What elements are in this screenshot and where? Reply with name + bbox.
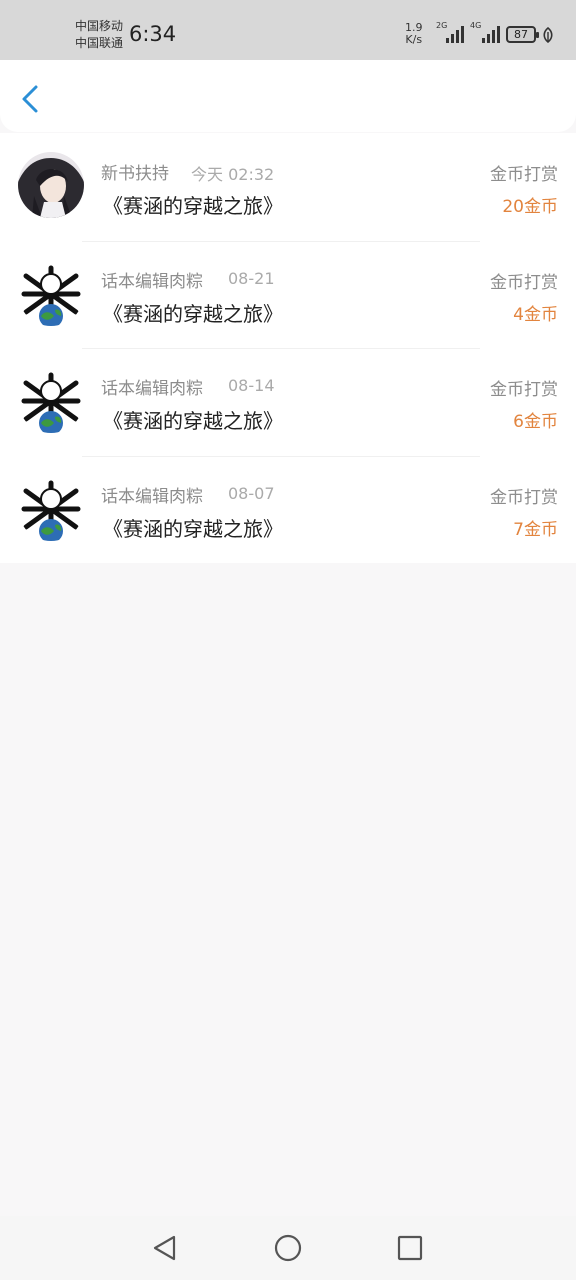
leaf-icon bbox=[543, 27, 553, 43]
nav-home-button[interactable] bbox=[272, 1232, 304, 1264]
circle-home-icon bbox=[274, 1234, 302, 1262]
book-title: 《赛涵的穿越之旅》 bbox=[103, 301, 283, 326]
back-button[interactable] bbox=[16, 82, 46, 116]
book-title: 《赛涵的穿越之旅》 bbox=[103, 409, 283, 433]
reward-type: 金币打赏 bbox=[490, 165, 558, 185]
reward-amount: 7金币 bbox=[513, 519, 558, 540]
sender-name: 话本编辑肉粽 bbox=[101, 379, 203, 399]
record-date: 08-21 bbox=[228, 268, 275, 288]
reward-list: 新书扶持 今天 02:32 《赛涵的穿越之旅》 金币打赏 20金币 话本编辑肉粽 bbox=[0, 133, 576, 563]
chevron-left-icon bbox=[22, 85, 38, 113]
reward-amount: 6金币 bbox=[513, 412, 558, 432]
signal-icon: 4G bbox=[470, 21, 500, 48]
reward-amount: 20金币 bbox=[502, 197, 558, 217]
nav-back-button[interactable] bbox=[149, 1232, 181, 1264]
book-title: 《赛涵的穿越之旅》 bbox=[103, 194, 283, 218]
avatar bbox=[18, 367, 84, 433]
carrier-2: 中国联通 bbox=[75, 36, 124, 50]
network-speed-unit: K/s bbox=[405, 33, 423, 46]
system-nav-bar bbox=[0, 1216, 576, 1280]
list-item[interactable]: 话本编辑肉粽 08-21 《赛涵的穿越之旅》 金币打赏 4金币 bbox=[0, 240, 576, 349]
avatar bbox=[18, 474, 84, 541]
signal-1-label: 2G bbox=[436, 21, 448, 30]
list-item[interactable]: 话本编辑肉粽 08-14 《赛涵的穿越之旅》 金币打赏 6金币 bbox=[0, 348, 576, 456]
reward-type: 金币打赏 bbox=[490, 487, 558, 508]
reward-amount: 4金币 bbox=[513, 304, 558, 325]
list-item[interactable]: 新书扶持 今天 02:32 《赛涵的穿越之旅》 金币打赏 20金币 bbox=[0, 133, 576, 241]
avatar bbox=[18, 259, 84, 326]
book-title: 《赛涵的穿越之旅》 bbox=[103, 516, 283, 541]
reward-type: 金币打赏 bbox=[490, 272, 558, 293]
sender-name: 新书扶持 bbox=[101, 164, 169, 184]
top-bar bbox=[0, 60, 576, 132]
avatar bbox=[18, 152, 84, 218]
network-speed: 1.9 K/s bbox=[405, 22, 423, 46]
carrier-1: 中国移动 bbox=[75, 19, 124, 33]
status-bar: 中国移动 中国联通 6:34 1.9 K/s 2G 4G 87 bbox=[0, 0, 576, 60]
clock: 6:34 bbox=[129, 22, 177, 46]
triangle-back-icon bbox=[153, 1235, 176, 1261]
carrier-names: 中国移动 中国联通 bbox=[75, 18, 123, 52]
nav-recent-button[interactable] bbox=[394, 1232, 426, 1264]
battery-icon: 87 bbox=[506, 26, 539, 43]
square-recent-icon bbox=[397, 1235, 423, 1261]
record-date: 08-14 bbox=[228, 376, 275, 395]
reward-type: 金币打赏 bbox=[490, 380, 558, 400]
list-item[interactable]: 话本编辑肉粽 08-07 《赛涵的穿越之旅》 金币打赏 7金币 bbox=[0, 455, 576, 564]
signal-icon: 2G bbox=[436, 21, 464, 48]
record-date: 今天 02:32 bbox=[191, 165, 275, 184]
sender-name: 话本编辑肉粽 bbox=[101, 271, 203, 292]
sender-name: 话本编辑肉粽 bbox=[101, 486, 203, 507]
signal-2-label: 4G bbox=[470, 21, 482, 30]
record-date: 08-07 bbox=[228, 483, 275, 503]
